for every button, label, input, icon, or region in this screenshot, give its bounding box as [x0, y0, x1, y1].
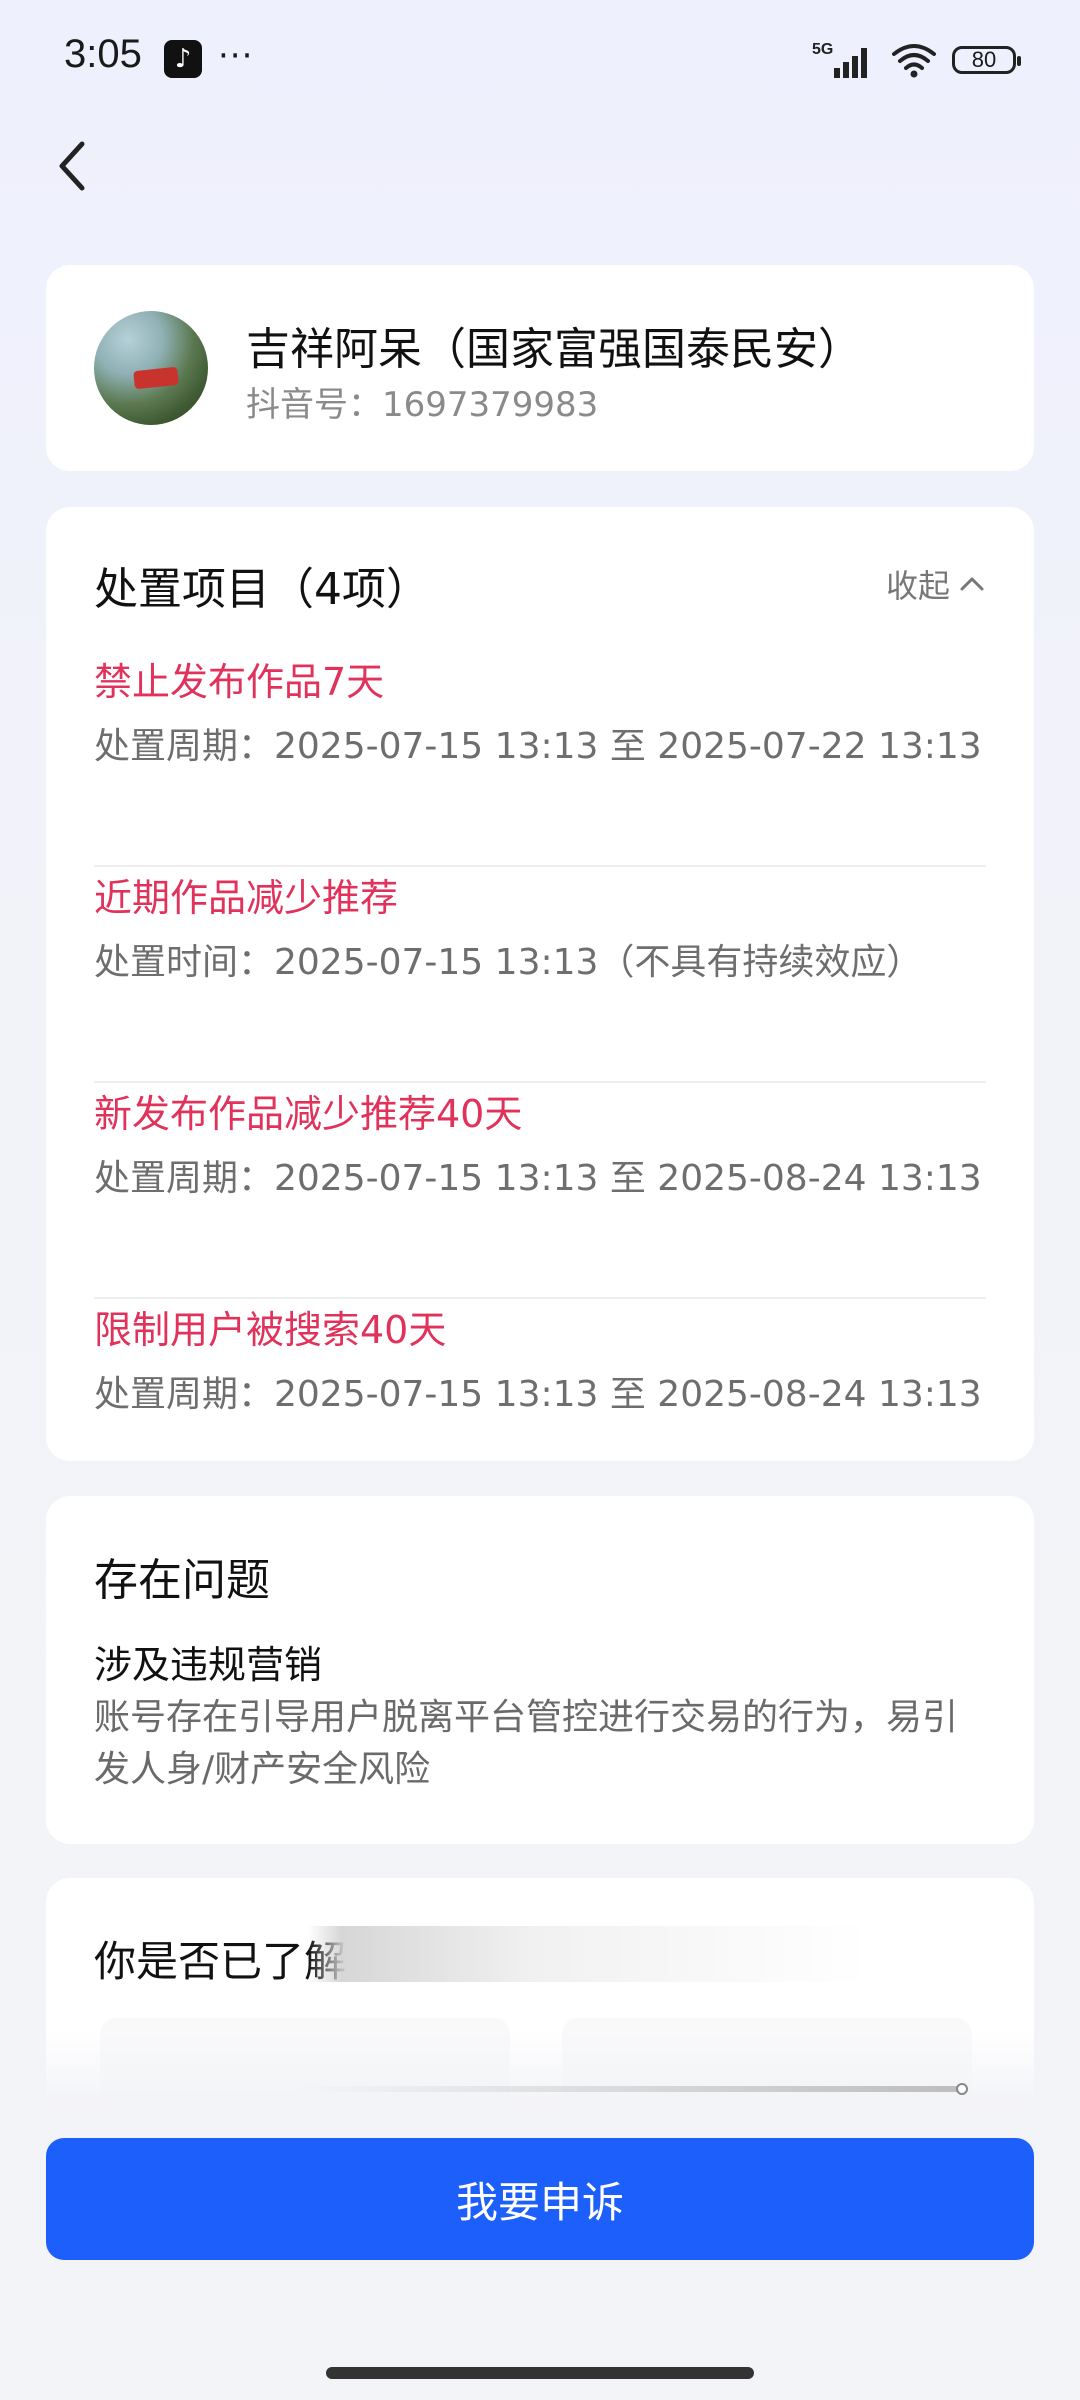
status-time: 3:05 — [64, 32, 142, 76]
wifi-icon — [892, 44, 936, 78]
penalty-item: 近期作品减少推荐 处置时间：2025-07-15 13:13（不具有持续效应） — [94, 867, 986, 1083]
penalty-name: 禁止发布作品7天 — [94, 660, 385, 704]
battery-icon: 80 — [952, 46, 1021, 74]
home-indicator[interactable] — [326, 2367, 754, 2379]
profile-card: 吉祥阿呆（国家富强国泰民安） 抖音号：1697379983 — [46, 265, 1034, 471]
scroll-indicator — [300, 2086, 960, 2092]
tiktok-app-icon: ♪ — [164, 40, 202, 78]
penalty-item: 新发布作品减少推荐40天 处置周期：2025-07-15 13:13 至 202… — [94, 1083, 986, 1299]
penalty-name: 近期作品减少推荐 — [94, 876, 399, 920]
network-type-label: 5G — [812, 41, 833, 58]
avatar[interactable] — [94, 311, 208, 425]
penalty-name: 新发布作品减少推荐40天 — [94, 1092, 523, 1136]
penalty-item: 禁止发布作品7天 处置周期：2025-07-15 13:13 至 2025-07… — [94, 651, 986, 867]
chevron-left-icon — [59, 141, 85, 191]
collapse-toggle[interactable]: 收起 — [886, 561, 986, 607]
problem-section-title: 存在问题 — [94, 1555, 270, 1606]
collapse-label: 收起 — [885, 567, 950, 605]
problem-heading: 涉及违规营销 — [94, 1643, 323, 1687]
signal-5g-icon: 5G — [812, 41, 867, 78]
profile-name: 吉祥阿呆（国家富强国泰民安） — [246, 324, 862, 375]
status-bar: 3:05 ♪ ··· 5G 80 — [0, 0, 1080, 120]
appeal-button[interactable]: 我要申诉 — [46, 2138, 1034, 2260]
penalty-name: 限制用户被搜索40天 — [94, 1308, 447, 1352]
question-blur-overlay — [308, 1926, 868, 1982]
penalty-card: 处置项目（4项） 收起 禁止发布作品7天 处置周期：2025-07-15 13:… — [46, 507, 1034, 1461]
penalty-period: 处置周期：2025-07-15 13:13 至 2025-08-24 13:13 — [94, 1158, 982, 1199]
chevron-up-icon — [960, 577, 984, 591]
problem-description: 账号存在引导用户脱离平台管控进行交易的行为，易引发人身/财产安全风险 — [94, 1697, 959, 1790]
profile-id: 抖音号：1697379983 — [246, 385, 599, 425]
penalty-period: 处置时间：2025-07-15 13:13（不具有持续效应） — [94, 942, 923, 983]
scroll-indicator-dot — [956, 2083, 968, 2095]
penalty-period: 处置周期：2025-07-15 13:13 至 2025-07-22 13:13 — [94, 726, 982, 767]
penalty-section-title: 处置项目（4项） — [94, 564, 430, 615]
system-icons: 5G 80 — [812, 38, 1021, 82]
back-button[interactable] — [46, 132, 106, 202]
penalty-item: 限制用户被搜索40天 处置周期：2025-07-15 13:13 至 2025-… — [94, 1299, 986, 1515]
more-notifications-icon: ··· — [218, 36, 254, 76]
penalty-period: 处置周期：2025-07-15 13:13 至 2025-08-24 13:13 — [94, 1374, 982, 1415]
problem-card: 存在问题 涉及违规营销 账号存在引导用户脱离平台管控进行交易的行为，易引发人身/… — [46, 1496, 1034, 1844]
